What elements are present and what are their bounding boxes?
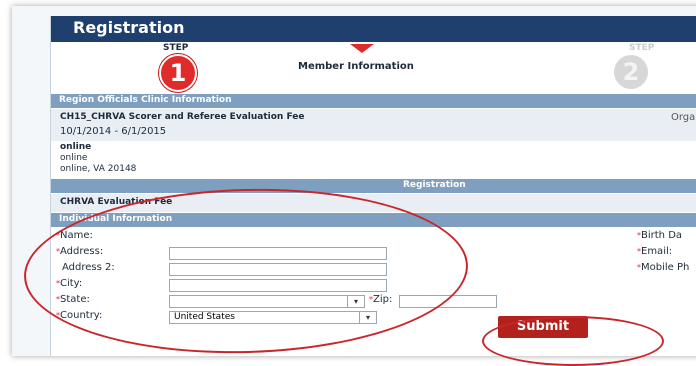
location-title: online: [60, 142, 92, 152]
registration-header: Registration: [403, 180, 466, 190]
step-indicator: STEP 1 Member Information STEP 2: [51, 42, 696, 92]
step2-label: STEP: [629, 43, 655, 53]
mobile-phone-label: *Mobile Ph: [637, 262, 690, 273]
location-line1: online: [60, 153, 88, 163]
current-step-arrow-icon: [350, 44, 374, 53]
page-title: Registration: [73, 18, 185, 37]
location-line2: online, VA 20148: [60, 164, 137, 174]
submit-annotation-circle: [482, 316, 664, 366]
step2-circle: 2: [614, 55, 648, 89]
location-row: online online online, VA 20148: [51, 142, 696, 178]
event-dates: 10/1/2014 - 6/1/2015: [60, 126, 167, 137]
title-bar: Registration: [51, 16, 696, 42]
email-label: *Email:: [637, 246, 673, 257]
event-info-row: CH15_CHRVA Scorer and Referee Evaluation…: [51, 109, 696, 141]
event-name: CH15_CHRVA Scorer and Referee Evaluation…: [60, 112, 305, 122]
current-step-title: Member Information: [298, 61, 414, 72]
step1-circle: 1: [159, 54, 197, 92]
org-label: Orga: [671, 112, 696, 123]
step1-label: STEP: [163, 43, 189, 53]
birth-date-label: *Birth Da: [637, 230, 683, 241]
registration-bar: Registration: [51, 179, 696, 193]
region-section-title: Region Officials Clinic Information: [59, 95, 232, 105]
region-section-bar: Region Officials Clinic Information: [51, 94, 696, 108]
